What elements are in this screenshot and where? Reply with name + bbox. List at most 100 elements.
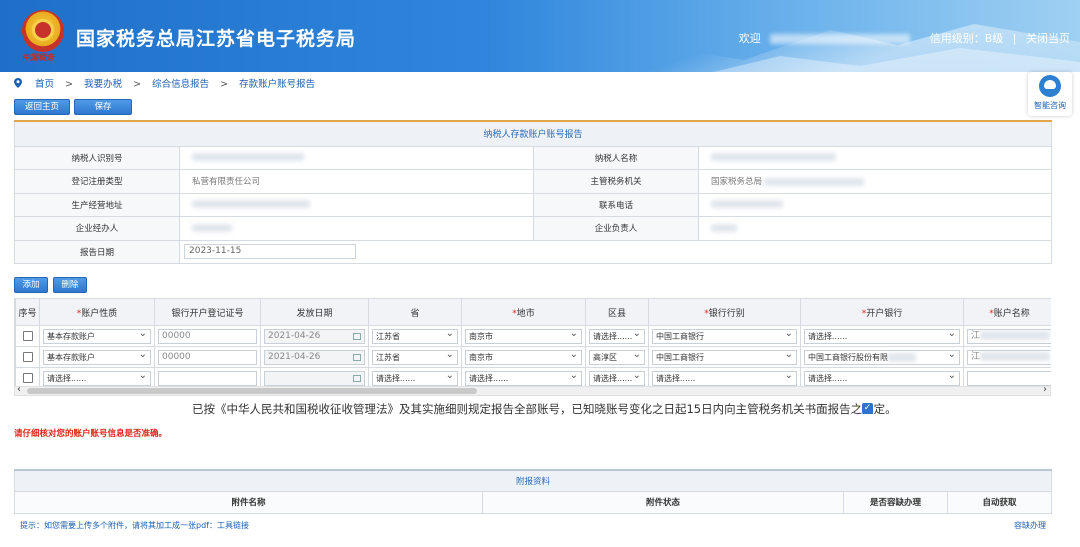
account-table: 序号 *账户性质 银行开户登记证号 发放日期 省 *地市 区县 *银行行别 *开… [15, 298, 1051, 386]
calendar-icon[interactable] [353, 332, 361, 340]
close-page-link[interactable]: 关闭当页 [1026, 32, 1070, 45]
tax-authority-text: 国家税务总局 [711, 177, 763, 188]
col-attachment-name: 附件名称 [14, 490, 483, 514]
province-select[interactable]: 江苏省 [372, 328, 458, 344]
report-date-cell: 2023-11-15 [178, 239, 1053, 264]
account-nature-select[interactable]: 基本存款账户 [43, 349, 151, 365]
tax-emblem-icon [22, 10, 64, 52]
taxpayer-id-value [179, 145, 534, 170]
info-caption: 纳税人存款账户账号报告 [13, 120, 1053, 147]
taxpayer-info-table: 纳税人存款账户账号报告 纳税人识别号 纳税人名称 登记注册类型 私营有限责任公司… [13, 120, 1053, 264]
redacted-value [980, 330, 1051, 340]
row-checkbox[interactable] [22, 331, 33, 341]
account-nature-select[interactable]: 基本存款账户 [43, 328, 151, 344]
col-issue-date: 发放日期 [260, 298, 369, 326]
handler-label: 企业经办人 [14, 216, 180, 241]
city-select[interactable]: 请选择...... [465, 370, 582, 386]
header-user-area: 欢迎 信用级别：B级 | 关闭当页 [739, 30, 1070, 46]
account-table-scroll-area[interactable]: 序号 *账户性质 银行开户登记证号 发放日期 省 *地市 区县 *银行行别 *开… [14, 298, 1051, 386]
bank-select[interactable]: 中国工商银行股份有限 [804, 349, 960, 365]
taxpayer-name-value [697, 145, 1053, 170]
account-name-input[interactable] [967, 370, 1051, 386]
bank-cert-input[interactable]: 00000 [158, 349, 257, 365]
site-title: 国家税务总局江苏省电子税务局 [76, 29, 357, 50]
bank-cert-input[interactable] [158, 370, 257, 386]
warning-text: 请仔细核对您的账户账号信息是否准确。 [14, 429, 168, 439]
bank-select[interactable]: 请选择...... [804, 328, 960, 344]
col-district: 区县 [585, 298, 649, 326]
headset-icon [1039, 75, 1061, 97]
smart-consult-label: 智能咨询 [1034, 101, 1066, 110]
upload-tip[interactable]: 提示：如您需要上传多个附件，请将其加工成一张pdf：工具链接 [20, 520, 249, 531]
breadcrumb-info-report[interactable]: 综合信息报告 [152, 79, 209, 90]
taxpayer-name-label: 纳税人名称 [533, 145, 699, 170]
breadcrumb-tax-service[interactable]: 我要办税 [84, 79, 122, 90]
registration-type-value: 私营有限责任公司 [179, 169, 534, 194]
issue-date-input[interactable]: 2021-04-26 [264, 349, 365, 365]
row-checkbox[interactable] [22, 352, 33, 362]
horizontal-scrollbar[interactable]: ‹ › [14, 384, 1051, 396]
row-checkbox[interactable] [22, 373, 33, 383]
account-nature-select[interactable]: 请选择...... [43, 370, 151, 386]
col-bank: *开户银行 [800, 298, 964, 326]
account-name-input[interactable]: 江 [967, 328, 1051, 344]
redacted-value [764, 177, 865, 186]
calendar-icon[interactable] [353, 374, 361, 382]
province-select[interactable]: 请选择...... [372, 370, 458, 386]
bank-select[interactable]: 请选择...... [804, 370, 960, 386]
deferred-link[interactable]: 容缺办理 [1014, 520, 1046, 531]
col-bank-type: *银行行别 [648, 298, 801, 326]
save-button[interactable]: 保存 [74, 99, 132, 115]
bank-cert-input[interactable]: 00000 [158, 328, 257, 344]
issue-date-input[interactable] [264, 370, 365, 386]
emblem-caption: 中国税务 [22, 52, 54, 62]
tax-authority-value: 国家税务总局 [697, 169, 1053, 194]
bank-type-select[interactable]: 请选择...... [652, 370, 797, 386]
header-separator: | [1012, 32, 1017, 45]
smart-consult-button[interactable]: 智能咨询 [1028, 72, 1072, 116]
info-row: 生产经营地址 联系电话 [14, 192, 1053, 217]
bank-type-select[interactable]: 中国工商银行 [652, 349, 797, 365]
col-account-name: *账户名称 [963, 298, 1051, 326]
welcome-text: 欢迎 [738, 32, 761, 45]
province-select[interactable]: 江苏省 [372, 349, 458, 365]
breadcrumb-current: 存款账户账号报告 [239, 79, 316, 90]
district-select[interactable]: 请选择...... [589, 328, 645, 344]
calendar-icon[interactable] [353, 353, 361, 361]
legal-rep-value [697, 216, 1053, 241]
report-date-field[interactable]: 2023-11-15 [184, 244, 356, 260]
col-index: 序号 [15, 298, 40, 326]
scrollbar-thumb[interactable] [27, 388, 477, 394]
info-row: 纳税人识别号 纳税人名称 [14, 145, 1053, 170]
issue-date-input[interactable]: 2021-04-26 [264, 328, 365, 344]
redacted-value [711, 200, 783, 209]
col-city: *地市 [461, 298, 586, 326]
add-row-button[interactable]: 添加 [14, 277, 48, 293]
breadcrumb: 首页 > 我要办税 > 综合信息报告 > 存款账户账号报告 [14, 76, 315, 90]
breadcrumb-home[interactable]: 首页 [35, 79, 54, 90]
business-address-value [179, 192, 534, 217]
scroll-left-arrow[interactable]: ‹ [17, 384, 21, 395]
attachment-table: 附报资料 附件名称 附件状态 是否容缺办理 自动获取 [13, 469, 1053, 514]
district-select[interactable]: 请选择...... [589, 370, 645, 386]
breadcrumb-separator: > [220, 79, 229, 90]
site-header: 中国税务 国家税务总局江苏省电子税务局 欢迎 信用级别：B级 | 关闭当页 [0, 0, 1080, 72]
bank-type-select[interactable]: 中国工商银行 [652, 328, 797, 344]
redacted-value [711, 153, 836, 162]
account-name-input[interactable]: 江 [967, 349, 1051, 365]
back-home-button[interactable]: 返回主页 [14, 99, 70, 115]
city-select[interactable]: 南京市 [465, 349, 582, 365]
credit-level: 信用级别：B级 [929, 32, 1004, 45]
delete-row-button[interactable]: 删除 [53, 277, 87, 293]
col-deferred: 是否容缺办理 [843, 490, 948, 514]
redacted-value [192, 153, 304, 162]
col-attachment-status: 附件状态 [482, 490, 844, 514]
district-select[interactable]: 高淳区 [589, 349, 645, 365]
redacted-value [980, 351, 1051, 361]
contact-phone-label: 联系电话 [533, 192, 699, 217]
attachment-caption: 附报资料 [13, 469, 1053, 492]
scroll-right-arrow[interactable]: › [1043, 384, 1047, 395]
city-select[interactable]: 南京市 [465, 328, 582, 344]
declaration-checkbox[interactable]: ✓ [862, 403, 873, 414]
table-row: 基本存款账户 00000 2021-04-26 江苏省 南京市 高淳区 中国工商… [15, 346, 1051, 368]
